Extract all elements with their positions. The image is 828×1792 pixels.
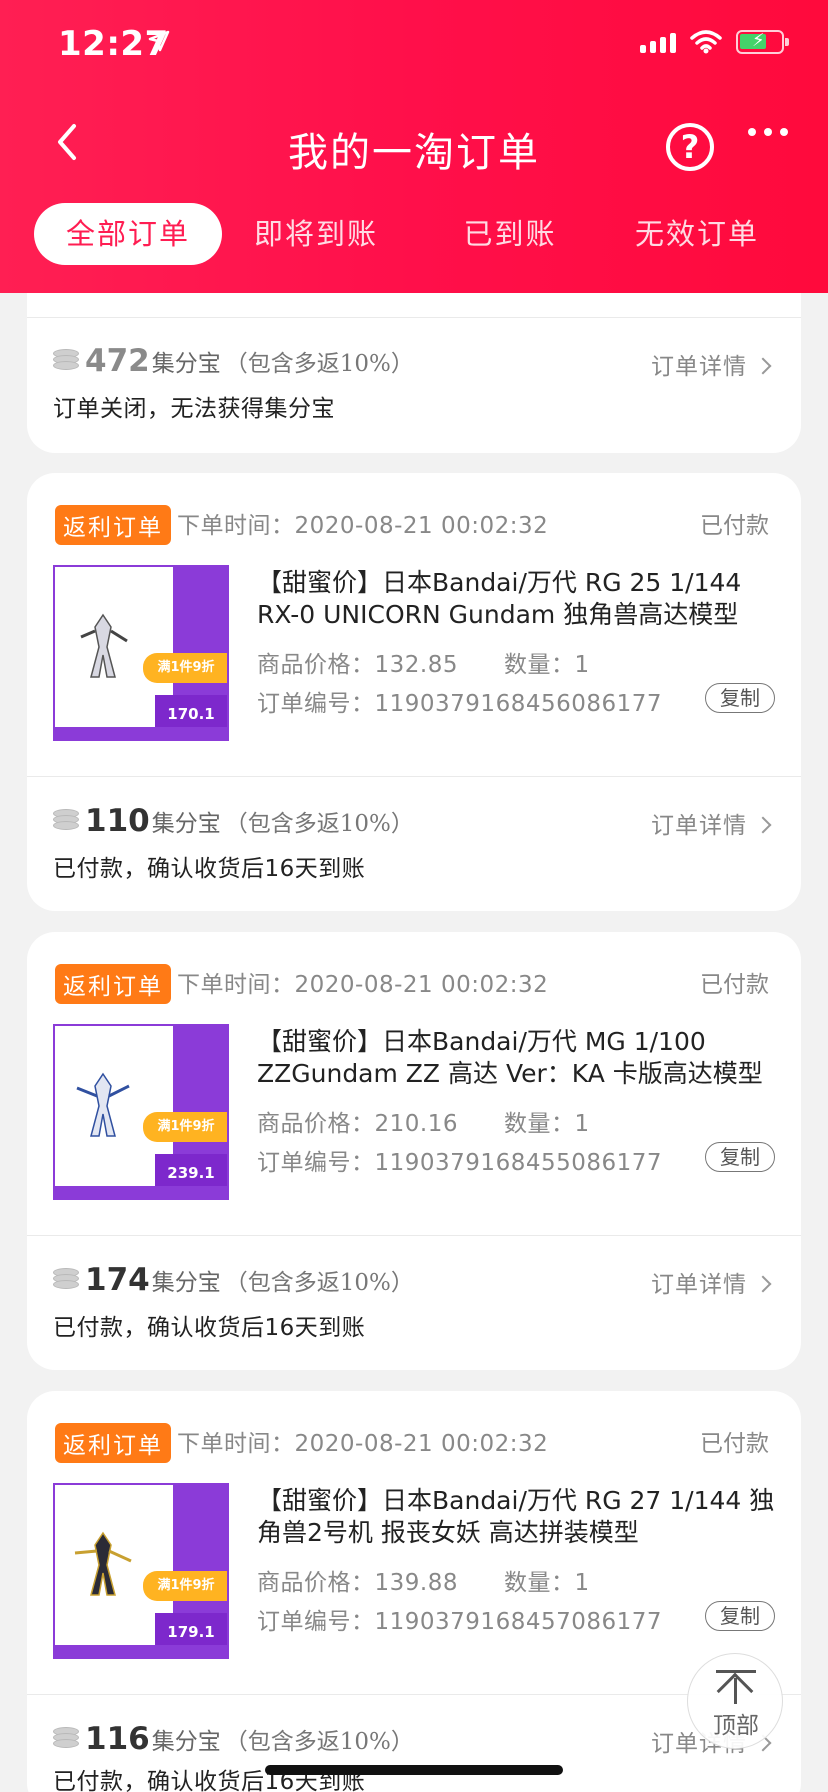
coin-stack-icon — [53, 1727, 79, 1749]
order-detail-link[interactable]: 订单详情 — [651, 1265, 772, 1299]
points-value: 472 — [85, 343, 150, 379]
product-price-qty: 商品价格：210.16 数量：1 — [257, 1111, 590, 1137]
order-number: 订单编号：1190379168457086177 — [257, 1609, 663, 1635]
coin-stack-icon — [53, 1268, 79, 1290]
chevron-right-icon — [754, 357, 772, 375]
back-to-top-label: 顶部 — [713, 1713, 759, 1739]
product-title[interactable]: 【甜蜜价】日本Bandai/万代 RG 25 1/144 RX-0 UNICOR… — [257, 567, 777, 631]
coin-stack-icon — [53, 349, 79, 371]
sale-tag: 满1件9折 — [143, 653, 227, 683]
product-price-qty: 商品价格：132.85 数量：1 — [257, 652, 590, 678]
divider — [27, 1694, 801, 1695]
coin-stack-icon — [53, 809, 79, 831]
divider — [27, 317, 801, 318]
gundam-figure-icon — [80, 613, 128, 678]
order-time: 下单时间：2020-08-21 00:02:32 — [177, 513, 549, 539]
points-value: 174 — [85, 1262, 150, 1298]
thumb-price: 239.1 — [155, 1154, 227, 1188]
header: 12:27 ⚡ 我的一淘订单 ? 全部订单 即将到账 已到账 无效订单 — [0, 0, 828, 293]
order-card: 返利订单 下单时间：2020-08-21 00:02:32 已付款 满1件9折 … — [27, 932, 801, 1370]
gundam-figure-icon — [76, 1072, 130, 1137]
battery-icon: ⚡ — [736, 30, 789, 54]
order-detail-link[interactable]: 订单详情 — [651, 806, 772, 840]
copy-button[interactable]: 复制 — [705, 1142, 775, 1172]
order-time: 下单时间：2020-08-21 00:02:32 — [177, 1431, 549, 1457]
copy-button[interactable]: 复制 — [705, 683, 775, 713]
order-number: 订单编号：1190379168455086177 — [257, 1150, 663, 1176]
more-dots-icon[interactable] — [748, 128, 788, 136]
sale-tag: 满1件9折 — [143, 1112, 227, 1142]
order-status: 已付款 — [700, 1431, 769, 1457]
status-indicators: ⚡ — [640, 30, 789, 54]
order-number: 订单编号：1190379168456086177 — [257, 691, 663, 717]
tab-invalid[interactable]: 无效订单 — [630, 203, 764, 265]
back-to-top-button[interactable]: 顶部 — [687, 1653, 783, 1749]
thumb-price: 179.1 — [155, 1613, 227, 1647]
chevron-right-icon — [754, 816, 772, 834]
order-card-partial: 472集分宝 （包含多返10%） 订单详情 订单关闭，无法获得集分宝 — [27, 293, 801, 453]
points-summary: 116集分宝 （包含多返10%） — [85, 1721, 414, 1757]
wifi-icon — [690, 30, 722, 54]
product-title[interactable]: 【甜蜜价】日本Bandai/万代 RG 27 1/144 独角兽2号机 报丧女妖… — [257, 1485, 777, 1549]
order-status-text: 已付款，确认收货后16天到账 — [53, 856, 366, 882]
divider — [27, 1235, 801, 1236]
order-tabs: 全部订单 即将到账 已到账 无效订单 — [0, 203, 828, 265]
order-status-text: 订单关闭，无法获得集分宝 — [53, 396, 335, 422]
product-thumbnail[interactable]: 满1件9折 179.1 — [53, 1483, 229, 1659]
cellular-signal-icon — [640, 31, 676, 53]
home-indicator — [265, 1765, 563, 1775]
order-card: 返利订单 下单时间：2020-08-21 00:02:32 已付款 满1件9折 … — [27, 1391, 801, 1792]
tab-pending[interactable]: 即将到账 — [246, 203, 386, 265]
thumb-price: 170.1 — [155, 695, 227, 729]
points-summary: 472集分宝 （包含多返10%） — [85, 343, 414, 379]
product-thumbnail[interactable]: 满1件9折 239.1 — [53, 1024, 229, 1200]
order-card: 返利订单 下单时间：2020-08-21 00:02:32 已付款 满1件9折 … — [27, 473, 801, 911]
tab-all-orders[interactable]: 全部订单 — [34, 203, 222, 265]
rebate-badge: 返利订单 — [55, 964, 171, 1004]
product-price-qty: 商品价格：139.88 数量：1 — [257, 1570, 590, 1596]
points-value: 116 — [85, 1721, 150, 1757]
divider — [27, 776, 801, 777]
chevron-right-icon — [754, 1275, 772, 1293]
question-circle-icon[interactable]: ? — [666, 123, 714, 171]
rebate-badge: 返利订单 — [55, 505, 171, 545]
sale-tag: 满1件9折 — [143, 1571, 227, 1601]
location-arrow-icon — [148, 30, 170, 52]
tab-received[interactable]: 已到账 — [455, 203, 565, 265]
order-status: 已付款 — [700, 972, 769, 998]
product-thumbnail[interactable]: 满1件9折 170.1 — [53, 565, 229, 741]
copy-button[interactable]: 复制 — [705, 1601, 775, 1631]
order-status: 已付款 — [700, 513, 769, 539]
rebate-badge: 返利订单 — [55, 1423, 171, 1463]
points-value: 110 — [85, 803, 150, 839]
points-summary: 174集分宝 （包含多返10%） — [85, 1262, 414, 1298]
order-time: 下单时间：2020-08-21 00:02:32 — [177, 972, 549, 998]
order-detail-link[interactable]: 订单详情 — [651, 347, 772, 381]
points-summary: 110集分宝 （包含多返10%） — [85, 803, 414, 839]
gundam-figure-icon — [74, 1531, 132, 1596]
product-title[interactable]: 【甜蜜价】日本Bandai/万代 MG 1/100 ZZGundam ZZ 高达… — [257, 1026, 777, 1090]
arrow-up-icon — [716, 1670, 756, 1673]
order-status-text: 已付款，确认收货后16天到账 — [53, 1315, 366, 1341]
